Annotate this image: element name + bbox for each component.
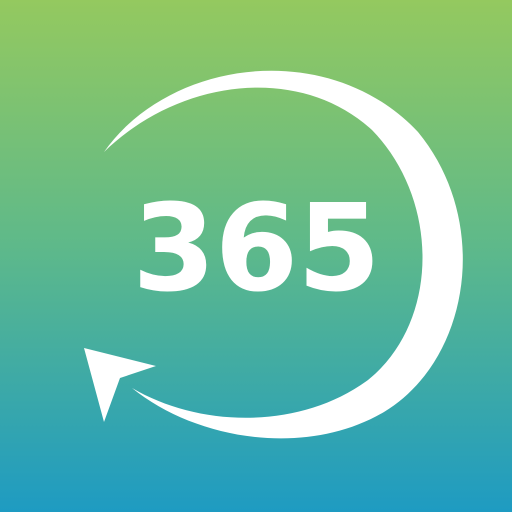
number-label: 365 bbox=[132, 180, 381, 319]
app-icon[interactable]: 365 bbox=[0, 0, 512, 512]
arrowhead bbox=[84, 348, 156, 422]
